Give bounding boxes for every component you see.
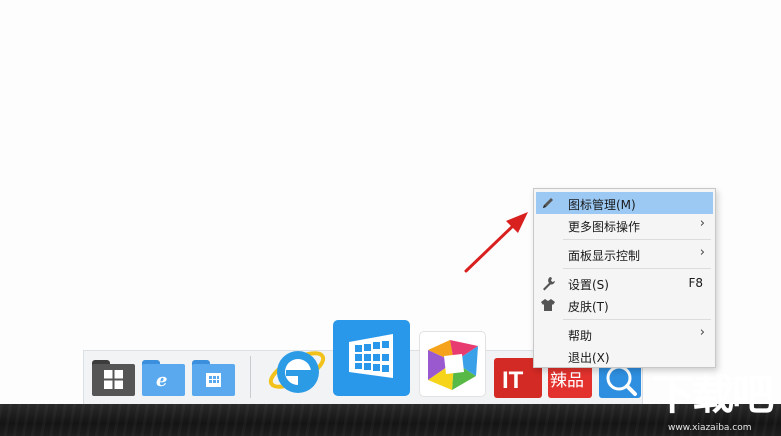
menu-item-exit[interactable]: 退出(X) [536, 345, 713, 367]
menu-separator [563, 268, 711, 269]
menu-separator [563, 239, 711, 240]
chevron-right-icon: › [699, 325, 705, 340]
menu-item-settings[interactable]: 设置(S) F8 [536, 272, 713, 294]
menu-item-icon-manage[interactable]: 图标管理(M) [536, 192, 713, 214]
menu-item-more-icon-actions[interactable]: 更多图标操作 › [536, 214, 713, 236]
windows-store-icon[interactable] [333, 320, 410, 396]
red-arrow-annotation [464, 212, 528, 273]
shirt-icon [541, 299, 555, 311]
ie-logo-icon: e [156, 370, 167, 389]
context-menu: 图标管理(M) 更多图标操作 › 面板显示控制 › 设置(S) F8 皮肤(T)… [533, 188, 716, 368]
watermark-logo: 下载吧 [652, 370, 774, 419]
store-logo-icon [206, 373, 221, 387]
folder-ie-icon[interactable]: e [142, 360, 185, 396]
windows-logo-icon [104, 370, 123, 389]
chevron-right-icon: › [699, 245, 705, 260]
wrench-icon [543, 277, 555, 291]
lapin-label: 辣品 [550, 371, 584, 391]
menu-item-skin[interactable]: 皮肤(T) [536, 294, 713, 316]
folder-windows-icon[interactable] [92, 360, 135, 396]
settings-shortcut: F8 [688, 276, 703, 290]
watermark-url: www.xiazaiba.com [668, 423, 752, 433]
svg-text:e: e [156, 370, 167, 389]
colorful-app-icon[interactable] [419, 331, 486, 397]
ie-browser-icon[interactable] [266, 340, 328, 400]
menu-item-help[interactable]: 帮助 › [536, 323, 713, 345]
menu-item-panel-display-control[interactable]: 面板显示控制 › [536, 243, 713, 265]
ithome-label: IT [502, 367, 524, 394]
dock-separator [250, 356, 251, 398]
chevron-right-icon: › [699, 216, 705, 231]
menu-separator [563, 319, 711, 320]
folder-store-icon[interactable] [192, 360, 235, 396]
pencil-icon [543, 198, 553, 208]
